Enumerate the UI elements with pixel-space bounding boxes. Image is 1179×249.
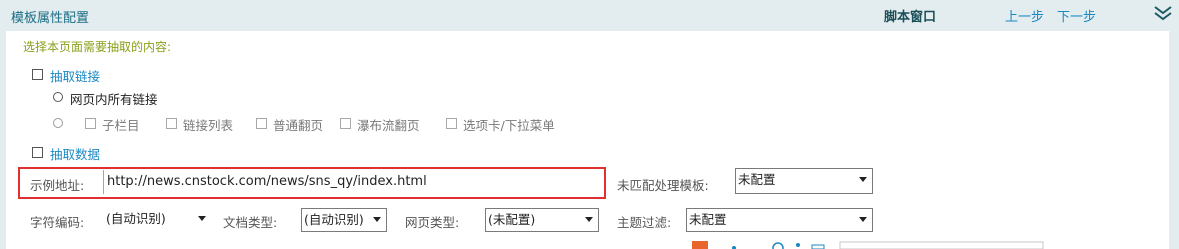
waterfall-paging-label[interactable]: 瀑布流翻页 (357, 115, 420, 134)
doctype-select[interactable]: (自动识别) (301, 208, 387, 232)
box-icon (811, 244, 825, 249)
specific-links-radio[interactable] (53, 118, 63, 128)
extract-links-checkbox[interactable] (32, 69, 43, 80)
link-list-label[interactable]: 链接列表 (183, 115, 233, 134)
topic-filter-select[interactable]: 未配置 (686, 208, 873, 232)
extract-data-label[interactable]: 抽取数据 (50, 144, 100, 163)
unmatched-template-label: 未匹配处理模板: (617, 178, 709, 193)
script-window-link[interactable]: 脚本窗口 (884, 6, 936, 25)
example-url-label: 示例地址: (30, 178, 85, 193)
example-url-input[interactable]: http://news.cnstock.com/news/sns_qy/inde… (103, 170, 602, 194)
chevron-down-icon (585, 217, 593, 222)
double-chevron-down-icon[interactable] (1152, 4, 1174, 22)
charset-select[interactable]: (自动识别) (106, 208, 206, 232)
unmatched-template-value: 未配置 (738, 172, 776, 187)
all-links-radio[interactable] (53, 92, 63, 102)
pagetype-select[interactable]: (未配置) (485, 208, 599, 232)
pagetype-label: 网页类型: (405, 215, 460, 230)
extract-data-checkbox[interactable] (32, 147, 43, 158)
sub-column-checkbox[interactable] (85, 118, 96, 129)
header-bar: 模板属性配置 脚本窗口 上一步 下一步 (0, 0, 1179, 30)
waterfall-paging-checkbox[interactable] (340, 118, 351, 129)
user-icon (796, 243, 800, 247)
topic-filter-value: 未配置 (689, 212, 727, 227)
prev-step-link[interactable]: 上一步 (1005, 6, 1044, 25)
tab-dropdown-label[interactable]: 选项卡/下拉菜单 (463, 115, 555, 134)
dropdown-popup-edge (839, 241, 1044, 249)
doctype-value: (自动识别) (304, 212, 364, 227)
orange-tool-icon (692, 241, 708, 249)
next-step-link[interactable]: 下一步 (1057, 6, 1096, 25)
bottom-toolbar-fragment (692, 241, 1044, 249)
normal-paging-checkbox[interactable] (256, 118, 267, 129)
tab-dropdown-checkbox[interactable] (446, 118, 457, 129)
link-list-checkbox[interactable] (166, 118, 177, 129)
pagetype-value: (未配置) (488, 212, 536, 227)
unmatched-template-select[interactable]: 未配置 (735, 168, 873, 194)
chevron-down-icon (859, 177, 867, 182)
extract-links-label[interactable]: 抽取链接 (50, 66, 100, 85)
sub-column-label[interactable]: 子栏目 (102, 115, 140, 134)
all-links-label[interactable]: 网页内所有链接 (70, 89, 158, 108)
chevron-down-icon (373, 217, 381, 222)
charset-value: (自动识别) (106, 211, 166, 226)
normal-paging-label[interactable]: 普通翻页 (273, 115, 323, 134)
extract-prompt: 选择本页面需要抽取的内容: (23, 40, 172, 54)
chevron-down-icon (859, 217, 867, 222)
doctype-label: 文档类型: (223, 215, 278, 230)
chevron-down-icon (198, 216, 206, 221)
panel-title: 模板属性配置 (11, 11, 90, 26)
topic-filter-label: 主题过滤: (617, 215, 672, 230)
blue-circle-icon (772, 242, 784, 249)
charset-label: 字符编码: (30, 215, 85, 230)
